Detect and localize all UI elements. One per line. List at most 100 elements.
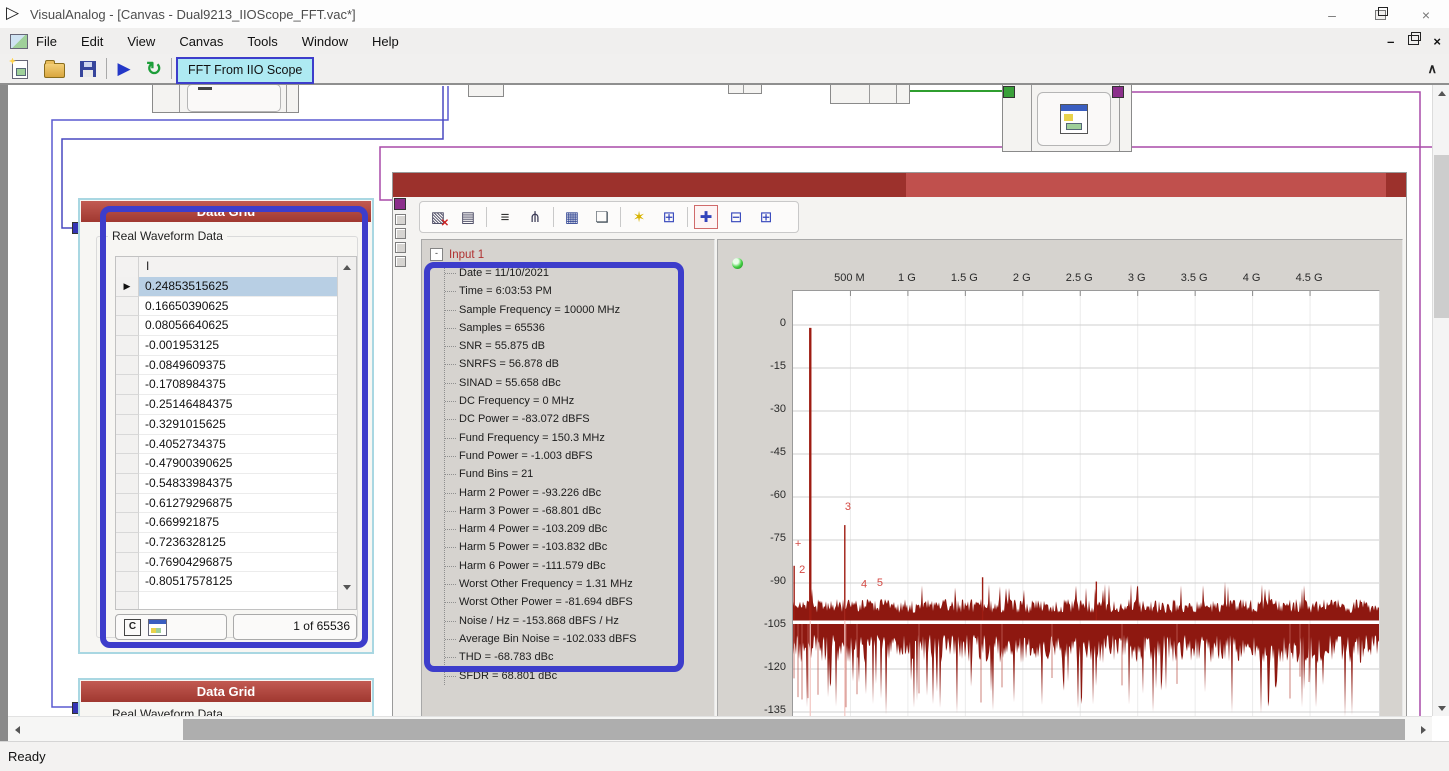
annotation-rect-stats [424, 262, 684, 672]
autoscale-icon[interactable]: ✶ [627, 205, 651, 229]
mdi-window-controls: – × [1387, 32, 1441, 50]
edge-handle[interactable] [395, 214, 406, 225]
open-folder-icon [44, 63, 65, 78]
x-tick-label: 2 G [999, 272, 1045, 284]
signal-tree-icon[interactable]: ⋔ [523, 205, 547, 229]
x-tick-label: 1 G [884, 272, 930, 284]
status-text: Ready [8, 749, 46, 764]
new-canvas-button[interactable] [8, 57, 32, 81]
export-plot-icon[interactable]: ▤ [456, 205, 480, 229]
graph-window-icon [1060, 104, 1088, 134]
new-canvas-icon [12, 60, 28, 79]
fft-plot[interactable]: +2345 [792, 290, 1380, 716]
canvas-block-partial[interactable] [830, 85, 910, 104]
open-button[interactable] [42, 57, 66, 81]
mdi-restore-icon [1408, 35, 1419, 45]
svg-text:2: 2 [799, 564, 805, 576]
edge-handle[interactable] [395, 242, 406, 253]
grid-toggle-icon[interactable]: ⊞ [657, 205, 681, 229]
canvas-block-partial[interactable] [152, 85, 299, 113]
toolbar-chevron-button[interactable]: ∧ [1427, 60, 1437, 78]
update-button[interactable]: ↻ [142, 57, 166, 81]
edge-handle[interactable] [395, 256, 406, 267]
clear-plot-icon[interactable]: ▧✕ [426, 205, 450, 229]
horizontal-scroll-thumb[interactable] [183, 719, 1405, 740]
y-tick-label: -45 [756, 446, 786, 458]
mdi-restore-button[interactable] [1408, 32, 1419, 50]
block-divider [743, 85, 744, 93]
output-connector-purple[interactable] [1112, 86, 1124, 98]
canvas-block-partial[interactable] [468, 85, 504, 97]
data-grid-window-bottom[interactable]: Data Grid Real Waveform Data [78, 678, 374, 716]
svg-text:+: + [795, 538, 801, 550]
copy-plot-icon[interactable]: ❏ [590, 205, 614, 229]
canvas-block-partial[interactable] [728, 85, 762, 94]
scroll-left-button[interactable] [8, 717, 26, 742]
run-button[interactable]: ▶ [112, 57, 136, 81]
save-button[interactable] [76, 57, 100, 81]
zoom-horizontal-icon[interactable]: ⊟ [724, 205, 748, 229]
canvas-document-icon[interactable] [10, 34, 28, 49]
block-inner [1037, 92, 1111, 146]
y-tick-label: -105 [756, 618, 786, 630]
menu-view[interactable]: View [127, 34, 155, 49]
minimize-button[interactable]: – [1315, 6, 1349, 24]
menu-window[interactable]: Window [302, 34, 348, 49]
x-tick-label: 2.5 G [1056, 272, 1102, 284]
tree-root-label: Input 1 [449, 249, 484, 261]
chevron-up-icon: ∧ [1427, 61, 1437, 76]
app-logo-icon: ▷ [6, 3, 19, 23]
tree-collapse-icon[interactable]: - [430, 248, 443, 261]
mdi-close-button[interactable]: × [1433, 34, 1441, 49]
edge-handle[interactable] [395, 228, 406, 239]
vertical-scroll-thumb[interactable] [1434, 155, 1449, 318]
toolbar-separator [106, 58, 107, 79]
window-title: VisualAnalog - [Canvas - Dual9213_IIOSco… [30, 7, 356, 22]
fft-spectrum: +2345 [793, 291, 1379, 716]
menu-help[interactable]: Help [372, 34, 399, 49]
y-tick-label: -90 [756, 575, 786, 587]
data-grid-title-bar[interactable]: Data Grid [81, 681, 371, 702]
zoom-reset-icon[interactable]: ✚ [694, 205, 718, 229]
menu-canvas[interactable]: Canvas [179, 34, 223, 49]
fft-input-connector[interactable] [394, 198, 406, 210]
fft-window-title-bar[interactable] [393, 173, 1406, 197]
save-plot-icon[interactable]: ▦ [560, 205, 584, 229]
zoom-vertical-icon[interactable]: ⊞ [754, 205, 778, 229]
list-icon[interactable]: ≡ [493, 205, 517, 229]
canvas[interactable]: Data Grid Real Waveform Data I ▶0.248535… [8, 85, 1432, 716]
triangle-right-icon [1421, 726, 1426, 734]
toolbar-separator [553, 207, 554, 227]
tree-root-row[interactable]: - Input 1 [430, 248, 484, 261]
x-tick-label: 3.5 G [1171, 272, 1217, 284]
restore-icon [1375, 10, 1386, 20]
scroll-right-button[interactable] [1414, 717, 1432, 742]
svg-text:4: 4 [861, 578, 867, 590]
y-tick-label: -135 [756, 704, 786, 716]
input-connector-green[interactable] [1003, 86, 1015, 98]
graph-panel: 500 M1 G1.5 G2 G2.5 G3 G3.5 G4 G4.5 G 0-… [717, 239, 1403, 716]
canvas-left-frame [0, 85, 8, 771]
x-tick-label: 3 G [1114, 272, 1160, 284]
block-divider [896, 85, 897, 103]
toolbar-separator [486, 207, 487, 227]
close-button[interactable]: × [1409, 6, 1443, 24]
menu-file[interactable]: File [36, 34, 57, 49]
menu-edit[interactable]: Edit [81, 34, 103, 49]
canvas-vertical-scrollbar[interactable] [1432, 85, 1449, 716]
scroll-down-button[interactable] [1433, 700, 1449, 716]
canvas-horizontal-scrollbar[interactable] [8, 716, 1432, 742]
y-tick-label: 0 [756, 317, 786, 329]
y-tick-label: -15 [756, 360, 786, 372]
title-bar: ▷ VisualAnalog - [Canvas - Dual9213_IIOS… [0, 0, 1449, 28]
mdi-minimize-button[interactable]: – [1387, 34, 1394, 49]
toolbar-separator [620, 207, 621, 227]
x-tick-label: 1.5 G [941, 272, 987, 284]
overlay-icon: ✕ [441, 218, 449, 229]
fft-from-iio-scope-button[interactable]: FFT From IIO Scope [176, 57, 314, 84]
toolbar-separator [687, 207, 688, 227]
scroll-up-button[interactable] [1433, 85, 1449, 101]
title-bar-highlight [906, 173, 1386, 197]
menu-tools[interactable]: Tools [247, 34, 277, 49]
restore-button[interactable] [1363, 6, 1397, 24]
